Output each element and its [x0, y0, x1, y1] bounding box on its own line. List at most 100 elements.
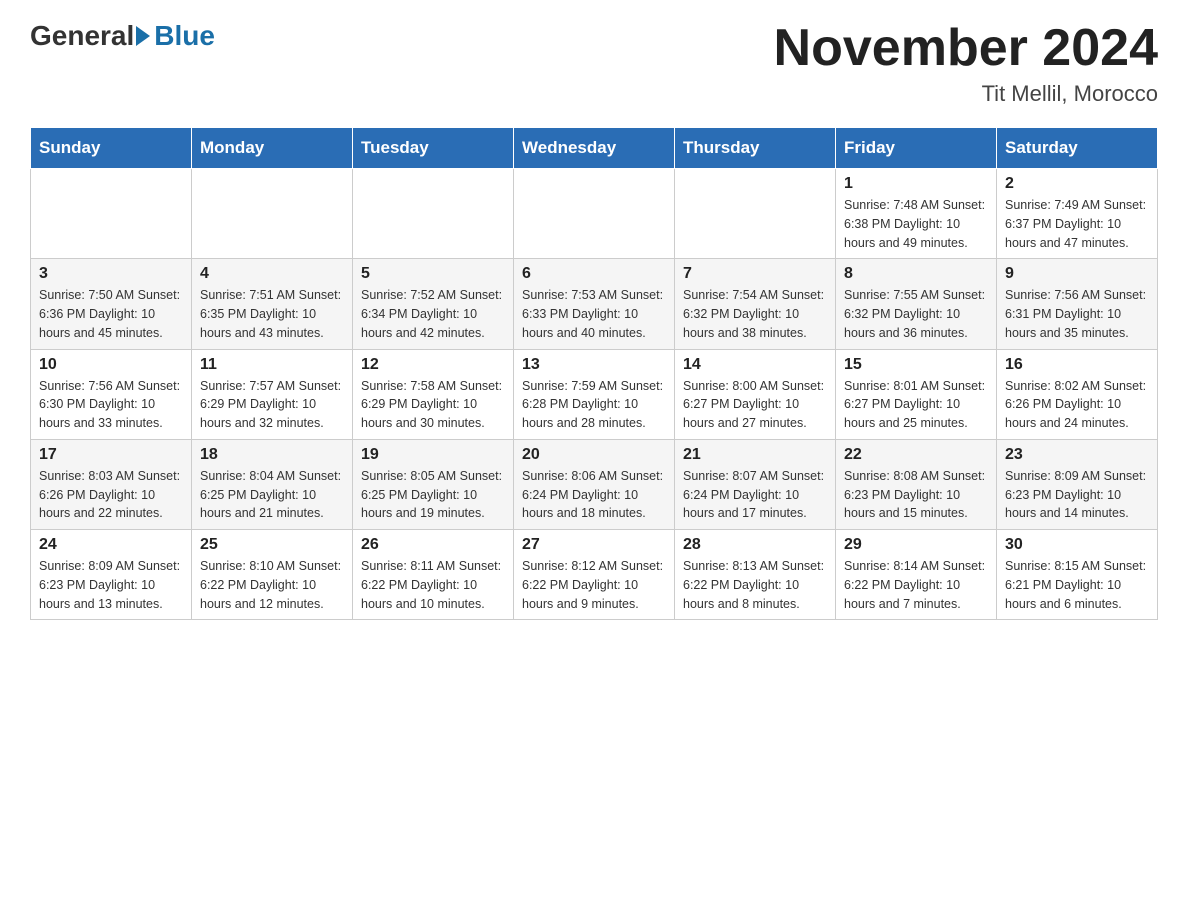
day-number: 4 — [200, 265, 344, 283]
day-info: Sunrise: 8:13 AM Sunset: 6:22 PM Dayligh… — [683, 557, 827, 613]
day-number: 1 — [844, 175, 988, 193]
day-number: 14 — [683, 356, 827, 374]
column-header-saturday: Saturday — [997, 128, 1158, 169]
day-number: 23 — [1005, 446, 1149, 464]
day-info: Sunrise: 8:09 AM Sunset: 6:23 PM Dayligh… — [39, 557, 183, 613]
calendar-cell: 25Sunrise: 8:10 AM Sunset: 6:22 PM Dayli… — [192, 530, 353, 620]
calendar-week-row: 17 Sunrise: 8:03 AM Sunset: 6:26 PM Dayli… — [31, 439, 1158, 529]
day-number: 12 — [361, 356, 505, 374]
calendar-cell: 11 Sunrise: 7:57 AM Sunset: 6:29 PM Dayli… — [192, 349, 353, 439]
day-number: 19 — [361, 446, 505, 464]
day-info: Sunrise: 8:14 AM Sunset: 6:22 PM Dayligh… — [844, 557, 988, 613]
day-number: 21 — [683, 446, 827, 464]
day-info: Sunrise: 8:11 AM Sunset: 6:22 PM Dayligh… — [361, 557, 505, 613]
day-number: 24 — [39, 536, 183, 554]
calendar-table: SundayMondayTuesdayWednesdayThursdayFrid… — [30, 127, 1158, 620]
day-info: Sunrise: 8:10 AM Sunset: 6:22 PM Dayligh… — [200, 557, 344, 613]
calendar-week-row: 1Sunrise: 7:48 AM Sunset: 6:38 PM Daylig… — [31, 169, 1158, 259]
day-info: Sunrise: 8:05 AM Sunset: 6:25 PM Dayligh… — [361, 467, 505, 523]
day-number: 27 — [522, 536, 666, 554]
calendar-week-row: 24 Sunrise: 8:09 AM Sunset: 6:23 PM Dayli… — [31, 530, 1158, 620]
calendar-cell: 29 Sunrise: 8:14 AM Sunset: 6:22 PM Dayli… — [836, 530, 997, 620]
logo: General Blue — [30, 20, 215, 52]
day-number: 26 — [361, 536, 505, 554]
day-info: Sunrise: 7:57 AM Sunset: 6:29 PM Dayligh… — [200, 377, 344, 433]
calendar-cell: 20 Sunrise: 8:06 AM Sunset: 6:24 PM Dayli… — [514, 439, 675, 529]
page-header: General Blue November 2024 Tit Mellil, M… — [30, 20, 1158, 107]
day-number: 11 — [200, 356, 344, 374]
calendar-cell: 13 Sunrise: 7:59 AM Sunset: 6:28 PM Dayli… — [514, 349, 675, 439]
day-number: 22 — [844, 446, 988, 464]
calendar-cell: 18Sunrise: 8:04 AM Sunset: 6:25 PM Dayli… — [192, 439, 353, 529]
calendar-cell: 8 Sunrise: 7:55 AM Sunset: 6:32 PM Daylig… — [836, 259, 997, 349]
day-info: Sunrise: 7:59 AM Sunset: 6:28 PM Dayligh… — [522, 377, 666, 433]
day-info: Sunrise: 8:02 AM Sunset: 6:26 PM Dayligh… — [1005, 377, 1149, 433]
day-number: 28 — [683, 536, 827, 554]
calendar-cell: 24 Sunrise: 8:09 AM Sunset: 6:23 PM Dayli… — [31, 530, 192, 620]
calendar-header-row: SundayMondayTuesdayWednesdayThursdayFrid… — [31, 128, 1158, 169]
day-info: Sunrise: 8:00 AM Sunset: 6:27 PM Dayligh… — [683, 377, 827, 433]
calendar-week-row: 3 Sunrise: 7:50 AM Sunset: 6:36 PM Daylig… — [31, 259, 1158, 349]
day-number: 29 — [844, 536, 988, 554]
calendar-cell: 16 Sunrise: 8:02 AM Sunset: 6:26 PM Dayli… — [997, 349, 1158, 439]
month-title: November 2024 — [774, 20, 1158, 77]
day-info: Sunrise: 7:50 AM Sunset: 6:36 PM Dayligh… — [39, 286, 183, 342]
calendar-cell: 1Sunrise: 7:48 AM Sunset: 6:38 PM Daylig… — [836, 169, 997, 259]
calendar-cell — [31, 169, 192, 259]
column-header-tuesday: Tuesday — [353, 128, 514, 169]
column-header-wednesday: Wednesday — [514, 128, 675, 169]
day-number: 20 — [522, 446, 666, 464]
day-number: 16 — [1005, 356, 1149, 374]
calendar-cell: 9 Sunrise: 7:56 AM Sunset: 6:31 PM Daylig… — [997, 259, 1158, 349]
day-info: Sunrise: 7:54 AM Sunset: 6:32 PM Dayligh… — [683, 286, 827, 342]
calendar-cell: 3 Sunrise: 7:50 AM Sunset: 6:36 PM Daylig… — [31, 259, 192, 349]
day-info: Sunrise: 8:09 AM Sunset: 6:23 PM Dayligh… — [1005, 467, 1149, 523]
calendar-cell: 5Sunrise: 7:52 AM Sunset: 6:34 PM Daylig… — [353, 259, 514, 349]
calendar-cell: 22 Sunrise: 8:08 AM Sunset: 6:23 PM Dayli… — [836, 439, 997, 529]
day-number: 6 — [522, 265, 666, 283]
day-info: Sunrise: 7:56 AM Sunset: 6:30 PM Dayligh… — [39, 377, 183, 433]
calendar-cell: 21 Sunrise: 8:07 AM Sunset: 6:24 PM Dayli… — [675, 439, 836, 529]
day-info: Sunrise: 8:07 AM Sunset: 6:24 PM Dayligh… — [683, 467, 827, 523]
calendar-cell: 14 Sunrise: 8:00 AM Sunset: 6:27 PM Dayli… — [675, 349, 836, 439]
calendar-cell: 19 Sunrise: 8:05 AM Sunset: 6:25 PM Dayli… — [353, 439, 514, 529]
calendar-cell — [353, 169, 514, 259]
logo-blue-text: Blue — [154, 20, 215, 52]
calendar-week-row: 10 Sunrise: 7:56 AM Sunset: 6:30 PM Dayli… — [31, 349, 1158, 439]
day-number: 10 — [39, 356, 183, 374]
day-number: 13 — [522, 356, 666, 374]
day-info: Sunrise: 7:55 AM Sunset: 6:32 PM Dayligh… — [844, 286, 988, 342]
calendar-cell: 10 Sunrise: 7:56 AM Sunset: 6:30 PM Dayli… — [31, 349, 192, 439]
calendar-cell: 30Sunrise: 8:15 AM Sunset: 6:21 PM Dayli… — [997, 530, 1158, 620]
calendar-cell: 15Sunrise: 8:01 AM Sunset: 6:27 PM Dayli… — [836, 349, 997, 439]
calendar-cell — [675, 169, 836, 259]
calendar-cell: 7Sunrise: 7:54 AM Sunset: 6:32 PM Daylig… — [675, 259, 836, 349]
day-info: Sunrise: 8:03 AM Sunset: 6:26 PM Dayligh… — [39, 467, 183, 523]
calendar-cell: 23 Sunrise: 8:09 AM Sunset: 6:23 PM Dayli… — [997, 439, 1158, 529]
column-header-friday: Friday — [836, 128, 997, 169]
column-header-thursday: Thursday — [675, 128, 836, 169]
day-info: Sunrise: 7:56 AM Sunset: 6:31 PM Dayligh… — [1005, 286, 1149, 342]
day-info: Sunrise: 7:58 AM Sunset: 6:29 PM Dayligh… — [361, 377, 505, 433]
day-number: 5 — [361, 265, 505, 283]
day-number: 9 — [1005, 265, 1149, 283]
day-number: 8 — [844, 265, 988, 283]
calendar-cell — [192, 169, 353, 259]
calendar-cell: 4Sunrise: 7:51 AM Sunset: 6:35 PM Daylig… — [192, 259, 353, 349]
day-info: Sunrise: 8:08 AM Sunset: 6:23 PM Dayligh… — [844, 467, 988, 523]
day-info: Sunrise: 8:12 AM Sunset: 6:22 PM Dayligh… — [522, 557, 666, 613]
calendar-cell: 28 Sunrise: 8:13 AM Sunset: 6:22 PM Dayli… — [675, 530, 836, 620]
day-info: Sunrise: 8:01 AM Sunset: 6:27 PM Dayligh… — [844, 377, 988, 433]
day-info: Sunrise: 8:15 AM Sunset: 6:21 PM Dayligh… — [1005, 557, 1149, 613]
calendar-cell — [514, 169, 675, 259]
day-number: 3 — [39, 265, 183, 283]
logo-arrow-icon — [136, 26, 150, 46]
calendar-cell: 2Sunrise: 7:49 AM Sunset: 6:37 PM Daylig… — [997, 169, 1158, 259]
day-info: Sunrise: 8:06 AM Sunset: 6:24 PM Dayligh… — [522, 467, 666, 523]
day-info: Sunrise: 7:53 AM Sunset: 6:33 PM Dayligh… — [522, 286, 666, 342]
day-number: 17 — [39, 446, 183, 464]
day-number: 2 — [1005, 175, 1149, 193]
title-block: November 2024 Tit Mellil, Morocco — [774, 20, 1158, 107]
day-number: 18 — [200, 446, 344, 464]
calendar-cell: 6 Sunrise: 7:53 AM Sunset: 6:33 PM Daylig… — [514, 259, 675, 349]
